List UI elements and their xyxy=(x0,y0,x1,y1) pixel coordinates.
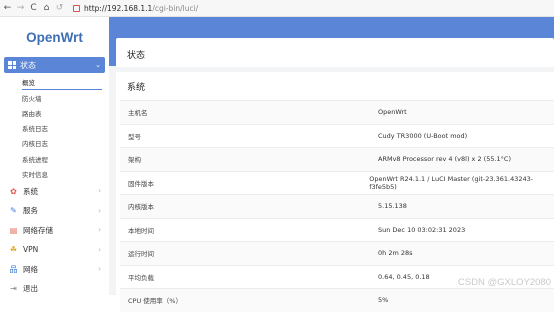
menu-storage[interactable]: ▤ 网络存储 › xyxy=(0,220,109,240)
chevron-right-icon: › xyxy=(98,226,101,235)
row-key: 固件版本 xyxy=(128,179,154,188)
url-path: /cgi-bin/luci/ xyxy=(152,3,199,13)
row-value: OpenWrt R24.1.1 / LuCI Master (git-23.36… xyxy=(369,174,534,191)
table-row: 内核版本 5.15.138 xyxy=(120,194,554,218)
row-value: 0h 2m 28s xyxy=(378,249,413,258)
browser-toolbar: ← → C ⌂ ↺ http://192.168.1.1/cgi-bin/luc… xyxy=(0,0,554,17)
table-row: 型号 Cudy TR3000 (U-Boot mod) xyxy=(120,123,554,148)
menu-logout-label: 退出 xyxy=(23,284,38,294)
watermark: CSDN @GXLOY2080 xyxy=(457,277,551,288)
home-button[interactable]: ⌂ xyxy=(41,0,52,17)
row-key: 运行时间 xyxy=(128,250,154,259)
menu-vpn[interactable]: ☘ VPN › xyxy=(0,240,109,260)
menu-system[interactable]: ✿ 系统 › xyxy=(0,181,109,201)
openwrt-logo[interactable]: OpenWrt xyxy=(0,17,109,57)
table-row: 运行时间 0h 2m 28s xyxy=(120,241,554,265)
row-value: 5.15.138 xyxy=(378,202,407,211)
undo-icon[interactable]: ↺ xyxy=(54,0,65,17)
vpn-icon: ☘ xyxy=(9,245,18,255)
row-key: 主机名 xyxy=(128,109,148,118)
chevron-down-icon: ⌄ xyxy=(95,61,101,69)
back-button[interactable]: ← xyxy=(2,0,13,17)
row-value: 0.64, 0.45, 0.18 xyxy=(378,272,430,281)
menu-services-label: 服务 xyxy=(23,206,38,216)
submenu-routes[interactable]: 路由表 xyxy=(22,105,109,120)
menu-network-label: 网络 xyxy=(23,264,38,274)
row-key: 本地时间 xyxy=(128,226,154,235)
chevron-right-icon: › xyxy=(98,265,101,274)
logout-icon: ⇥ xyxy=(10,284,17,294)
menu-vpn-label: VPN xyxy=(23,245,39,255)
menu-network[interactable]: 品 网络 › xyxy=(0,259,109,279)
table-row: 本地时间 Sun Dec 10 03:02:31 2023 xyxy=(120,217,554,242)
divider xyxy=(116,67,554,72)
submenu-processes[interactable]: 系统进程 xyxy=(22,151,109,166)
row-key: 架构 xyxy=(128,156,141,165)
section-title: 系统 xyxy=(127,83,146,93)
url-host: http://192.168.1.1 xyxy=(84,3,153,13)
row-value: Cudy TR3000 (U-Boot mod) xyxy=(378,131,468,140)
row-value: 5% xyxy=(378,296,389,305)
row-key: 平均负载 xyxy=(128,273,154,282)
reload-button[interactable]: C xyxy=(28,0,39,17)
sidebar: OpenWrt 状态 ⌄ 概览 防火墙 路由表 系统日志 内核日志 系统进程 实… xyxy=(0,17,109,295)
gear-icon: ✿ xyxy=(10,186,17,196)
row-value: ARMv8 Processor rev 4 (v8l) x 2 (55.1°C) xyxy=(378,155,512,164)
submenu-firewall[interactable]: 防火墙 xyxy=(22,90,109,105)
page-title: 状态 xyxy=(127,51,146,61)
chevron-right-icon: › xyxy=(98,245,101,254)
table-row: 架构 ARMv8 Processor rev 4 (v8l) x 2 (55.1… xyxy=(120,147,554,171)
address-bar[interactable]: http://192.168.1.1/cgi-bin/luci/ xyxy=(84,4,198,13)
row-value: OpenWrt xyxy=(378,108,407,117)
network-icon: 品 xyxy=(9,264,18,274)
service-icon: ✎ xyxy=(10,206,17,216)
submenu-kernel-log[interactable]: 内核日志 xyxy=(22,136,109,151)
submenu-realtime[interactable]: 实时信息 xyxy=(22,166,109,181)
menu-status[interactable]: 状态 ⌄ xyxy=(4,57,105,73)
row-key: 型号 xyxy=(128,132,141,141)
storage-icon: ▤ xyxy=(9,225,18,235)
menu-services[interactable]: ✎ 服务 › xyxy=(0,201,109,221)
forward-button[interactable]: → xyxy=(15,0,26,17)
menu-system-label: 系统 xyxy=(23,186,38,196)
menu-status-label: 状态 xyxy=(20,60,36,70)
row-value: Sun Dec 10 03:02:31 2023 xyxy=(378,225,466,234)
menu-logout[interactable]: ⇥ 退出 xyxy=(0,279,109,299)
main-content: 状态 系统 主机名 OpenWrt 型号 Cudy TR3000 (U-Boot… xyxy=(109,17,554,312)
submenu-system-log[interactable]: 系统日志 xyxy=(22,121,109,136)
table-row: CPU 使用率（%） 5% xyxy=(120,288,554,312)
content-card: 状态 系统 主机名 OpenWrt 型号 Cudy TR3000 (U-Boot… xyxy=(116,38,554,312)
menu-storage-label: 网络存储 xyxy=(23,225,53,235)
chevron-right-icon: › xyxy=(98,187,101,196)
row-key: 内核版本 xyxy=(128,203,154,212)
submenu-overview[interactable]: 概览 xyxy=(22,75,102,91)
row-key: CPU 使用率（%） xyxy=(128,297,182,306)
table-row: 固件版本 OpenWrt R24.1.1 / LuCI Master (git-… xyxy=(120,170,554,195)
insecure-warning-icon[interactable] xyxy=(70,0,82,17)
table-row: 主机名 OpenWrt xyxy=(120,100,554,124)
chevron-right-icon: › xyxy=(98,206,101,215)
grid-icon xyxy=(8,61,16,69)
